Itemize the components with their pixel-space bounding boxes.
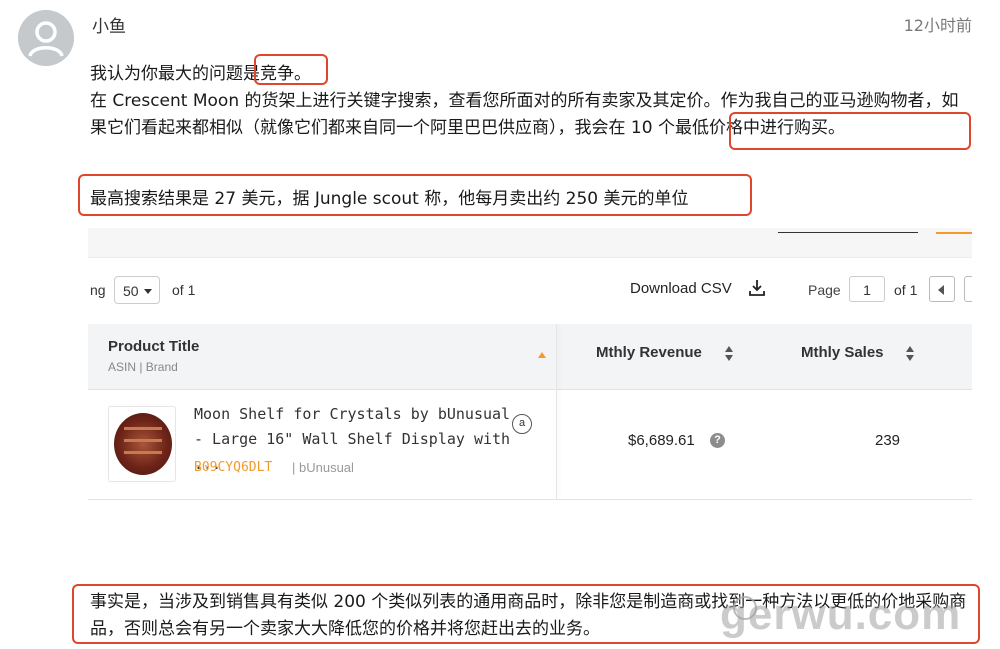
product-thumbnail[interactable] bbox=[108, 406, 176, 482]
download-icon[interactable] bbox=[748, 278, 766, 298]
table-header: Product Title ASIN | Brand Mthly Revenue… bbox=[88, 324, 972, 390]
col-product-title[interactable]: Product Title bbox=[108, 338, 199, 355]
page-label: Page bbox=[808, 282, 841, 298]
monthly-revenue-value: $6,689.61 bbox=[628, 432, 695, 449]
page-number-input[interactable]: 1 bbox=[849, 276, 885, 302]
username[interactable]: 小鱼 bbox=[92, 12, 126, 37]
help-icon[interactable]: ? bbox=[710, 433, 725, 448]
timestamp: 12小时前 bbox=[903, 16, 972, 35]
per-page-select[interactable]: 50 bbox=[114, 276, 160, 304]
monthly-sales-value: 239 bbox=[875, 432, 901, 449]
pagination-bar: ng 50 of 1 Download CSV Page 1 of 1 bbox=[88, 270, 972, 310]
avatar[interactable] bbox=[18, 10, 74, 66]
col-product-subtitle: ASIN | Brand bbox=[108, 360, 178, 374]
avatar-icon bbox=[18, 10, 74, 66]
product-brand: | bUnusual bbox=[292, 460, 354, 475]
sort-asc-icon[interactable] bbox=[538, 352, 546, 358]
table-row[interactable]: Moon Shelf for Crystals by bUnusual - La… bbox=[88, 390, 972, 500]
of-pages-right: of 1 bbox=[894, 282, 918, 298]
of-pages-left: of 1 bbox=[172, 282, 196, 298]
per-page-value: 50 bbox=[123, 283, 139, 299]
embedded-screenshot: ng 50 of 1 Download CSV Page 1 of 1 Prod… bbox=[88, 228, 972, 510]
col-monthly-sales[interactable]: Mthly Sales bbox=[801, 344, 884, 361]
watermark: gerwu.com bbox=[720, 590, 962, 639]
next-page-button[interactable] bbox=[964, 276, 972, 302]
screenshot-top-bar bbox=[88, 228, 972, 258]
prev-page-icon[interactable] bbox=[929, 276, 955, 302]
per-page-label-cut: ng bbox=[90, 282, 106, 298]
caret-down-icon bbox=[144, 289, 152, 294]
col-monthly-revenue[interactable]: Mthly Revenue bbox=[596, 344, 702, 361]
comment-paragraph-3: 最高搜索结果是 27 美元，据 Jungle scout 称，他每月卖出约 25… bbox=[90, 189, 689, 209]
product-asin[interactable]: B09CYQ6DLT bbox=[194, 460, 272, 475]
comment-paragraph-2: 在 Crescent Moon 的货架上进行关键字搜索，查看您所面对的所有卖家及… bbox=[90, 91, 959, 138]
amazon-icon[interactable]: a bbox=[512, 414, 532, 434]
sort-icon[interactable] bbox=[724, 346, 734, 362]
comment-paragraph-1: 我认为你最大的问题是竞争。 bbox=[90, 64, 311, 84]
download-csv-button[interactable]: Download CSV bbox=[630, 280, 732, 297]
sort-icon[interactable] bbox=[905, 346, 915, 362]
